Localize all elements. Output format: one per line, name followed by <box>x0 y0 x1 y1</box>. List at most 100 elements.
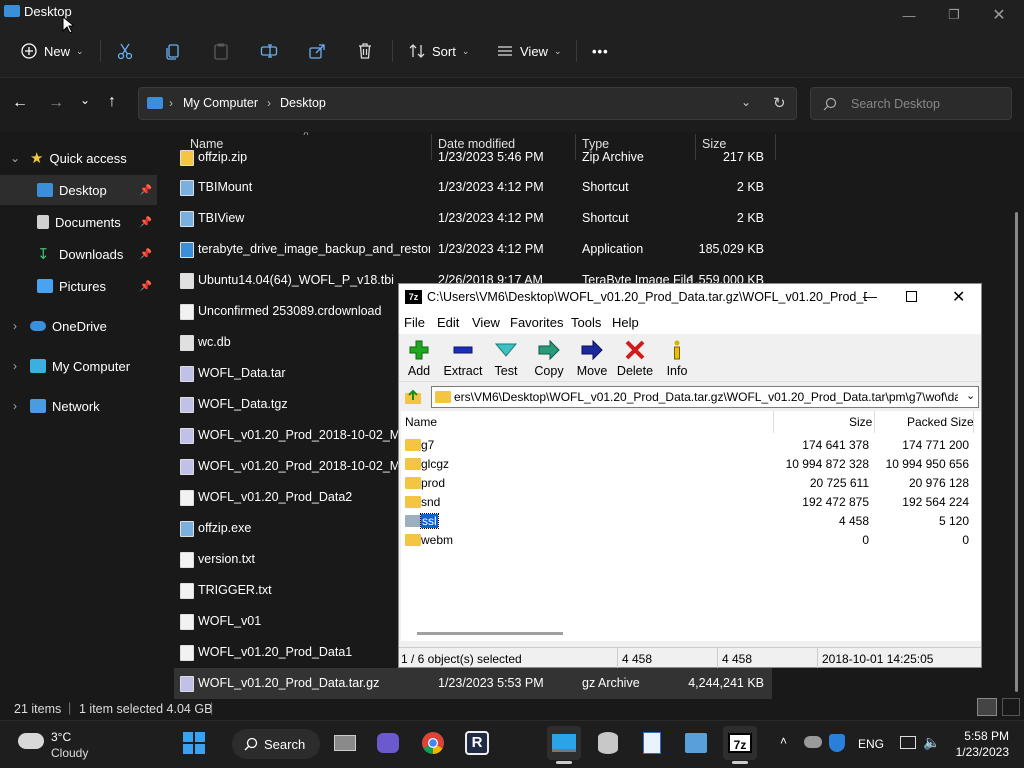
database-app[interactable] <box>591 726 625 760</box>
paste-button[interactable] <box>212 38 230 64</box>
display-icon[interactable] <box>900 736 916 749</box>
7zip-path-field[interactable]: ers\VM6\Desktop\WOFL_v01.20_Prod_Data.ta… <box>431 386 979 408</box>
taskbar-search-button[interactable]: Search <box>232 729 320 759</box>
new-button[interactable]: New ⌄ <box>20 38 84 64</box>
minimize-button[interactable]: — <box>863 288 877 304</box>
copy-button[interactable]: Copy <box>527 339 571 378</box>
nav-network[interactable]: › Network <box>0 391 157 421</box>
sort-button[interactable]: Sort ⌄ <box>408 38 469 64</box>
nav-documents[interactable]: Documents 📌 <box>0 207 157 237</box>
weather-description[interactable]: Cloudy <box>51 746 88 760</box>
7zip-row[interactable]: snd 192 472 875 192 564 224 <box>401 493 981 512</box>
move-button[interactable]: Move <box>570 339 614 378</box>
clock-date[interactable]: 1/23/2023 <box>945 745 1009 759</box>
chevron-right-icon[interactable]: › <box>8 359 22 373</box>
weather-temperature[interactable]: 3°C <box>51 730 71 744</box>
7zip-row[interactable]: glcgz 10 994 872 328 10 994 950 656 <box>401 455 981 474</box>
details-view-icon[interactable] <box>977 698 997 716</box>
scrollbar-thumb[interactable] <box>1015 212 1018 692</box>
address-dropdown-chevron-icon[interactable]: ⌄ <box>741 95 751 109</box>
chevron-right-icon[interactable]: › <box>8 399 22 413</box>
file-row[interactable]: offzip.zip 1/23/2023 5:46 PM Zip Archive 21… <box>174 142 772 173</box>
shield-icon[interactable] <box>829 734 845 752</box>
clock-time[interactable]: 5:58 PM <box>955 729 1009 743</box>
chevron-up-icon[interactable]: ˄ <box>780 734 787 748</box>
forward-arrow-icon[interactable]: → <box>48 94 64 112</box>
nav-downloads[interactable]: ↧ Downloads 📌 <box>0 239 157 269</box>
delete-button[interactable]: Delete <box>613 339 657 378</box>
extract-button[interactable]: Extract <box>441 339 485 378</box>
column-header-size[interactable]: Size <box>849 415 872 429</box>
pin-icon[interactable]: 📌 <box>140 217 152 228</box>
cloud-sync-icon[interactable] <box>804 736 822 748</box>
chevron-down-icon[interactable]: ⌄ <box>966 389 975 402</box>
nav-pictures[interactable]: Pictures 📌 <box>0 271 157 301</box>
speaker-icon[interactable]: 🔈 <box>923 734 940 751</box>
menu-edit[interactable]: Edit <box>437 315 459 330</box>
file-row[interactable]: terabyte_drive_image_backup_and_restor..… <box>174 234 772 265</box>
close-button[interactable]: ✕ <box>976 0 1022 30</box>
share-button[interactable] <box>308 38 326 64</box>
minimize-button[interactable]: — <box>886 0 932 30</box>
7zip-row[interactable]: ssl 4 458 5 120 <box>401 512 981 531</box>
breadcrumb-desktop[interactable]: Desktop <box>280 96 326 110</box>
network-app[interactable] <box>679 726 713 760</box>
language-indicator[interactable]: ENG <box>858 737 884 751</box>
file-row[interactable]: TBIMount 1/23/2023 4:12 PM Shortcut 2 KB <box>174 172 772 203</box>
nav-onedrive[interactable]: › OneDrive <box>0 311 157 341</box>
breadcrumb-my-computer[interactable]: My Computer <box>183 96 258 110</box>
restore-button[interactable]: ❐ <box>931 0 977 30</box>
info-button[interactable]: Info <box>655 339 699 378</box>
test-button[interactable]: Test <box>484 339 528 378</box>
chevron-right-icon[interactable]: › <box>8 319 22 333</box>
pin-icon[interactable]: 📌 <box>140 249 152 260</box>
rename-button[interactable] <box>260 38 278 64</box>
pin-icon[interactable]: 📌 <box>140 185 152 196</box>
7zip-taskbar-app[interactable]: 7z <box>723 726 757 760</box>
column-header-name[interactable]: Name <box>405 415 437 429</box>
pin-icon[interactable]: 📌 <box>140 281 152 292</box>
menu-file[interactable]: File <box>404 315 425 330</box>
column-divider[interactable] <box>773 411 774 433</box>
cut-button[interactable] <box>116 38 134 64</box>
nav-quick-access[interactable]: ⌄ ★ Quick access <box>0 143 157 173</box>
add-button[interactable]: Add <box>397 339 441 378</box>
7zip-row[interactable]: prod 20 725 611 20 976 128 <box>401 474 981 493</box>
parent-folder-icon[interactable] <box>403 388 423 406</box>
cloud-weather-icon[interactable] <box>18 733 44 749</box>
menu-favorites[interactable]: Favorites <box>510 315 563 330</box>
tiles-view-icon[interactable] <box>1002 698 1020 716</box>
delete-button[interactable] <box>356 38 374 64</box>
view-button[interactable]: View ⌄ <box>496 38 562 64</box>
file-row[interactable]: TBIView 1/23/2023 4:12 PM Shortcut 2 KB <box>174 203 772 234</box>
chevron-down-icon[interactable]: ⌄ <box>8 151 22 165</box>
nav-my-computer[interactable]: › My Computer <box>0 351 157 381</box>
7zip-row[interactable]: webm 0 0 <box>401 531 981 550</box>
menu-view[interactable]: View <box>472 315 500 330</box>
column-divider[interactable] <box>874 411 875 433</box>
file-explorer-app[interactable] <box>547 726 581 760</box>
back-arrow-icon[interactable]: ← <box>12 94 28 112</box>
more-options-button[interactable]: ••• <box>592 38 609 64</box>
notepad-app[interactable] <box>635 726 669 760</box>
task-view-button[interactable] <box>328 726 362 760</box>
menu-help[interactable]: Help <box>612 315 639 330</box>
nav-desktop[interactable]: Desktop 📌 <box>0 175 157 205</box>
column-header-packed[interactable]: Packed Size <box>907 415 974 429</box>
column-divider[interactable] <box>973 411 974 433</box>
file-row[interactable]: WOFL_v01.20_Prod_Data.tar.gz 1/23/2023 5:… <box>174 668 772 699</box>
search-box[interactable]: Search Desktop <box>810 87 1012 120</box>
r-app[interactable]: R <box>460 726 494 760</box>
chrome-app[interactable] <box>416 726 450 760</box>
horizontal-scrollbar-thumb[interactable] <box>417 632 563 635</box>
address-bar[interactable]: › My Computer › Desktop ⌄ ↻ <box>138 87 797 120</box>
up-arrow-icon[interactable]: ↑ <box>108 93 116 111</box>
start-button[interactable] <box>177 726 211 760</box>
menu-tools[interactable]: Tools <box>571 315 601 330</box>
recent-locations-chevron-icon[interactable]: ⌄ <box>80 93 90 107</box>
maximize-button[interactable] <box>906 291 917 302</box>
copy-button[interactable] <box>164 38 182 64</box>
close-button[interactable]: ✕ <box>952 287 965 307</box>
7zip-row[interactable]: g7 174 641 378 174 771 200 <box>401 436 981 455</box>
refresh-icon[interactable]: ↻ <box>773 94 786 112</box>
